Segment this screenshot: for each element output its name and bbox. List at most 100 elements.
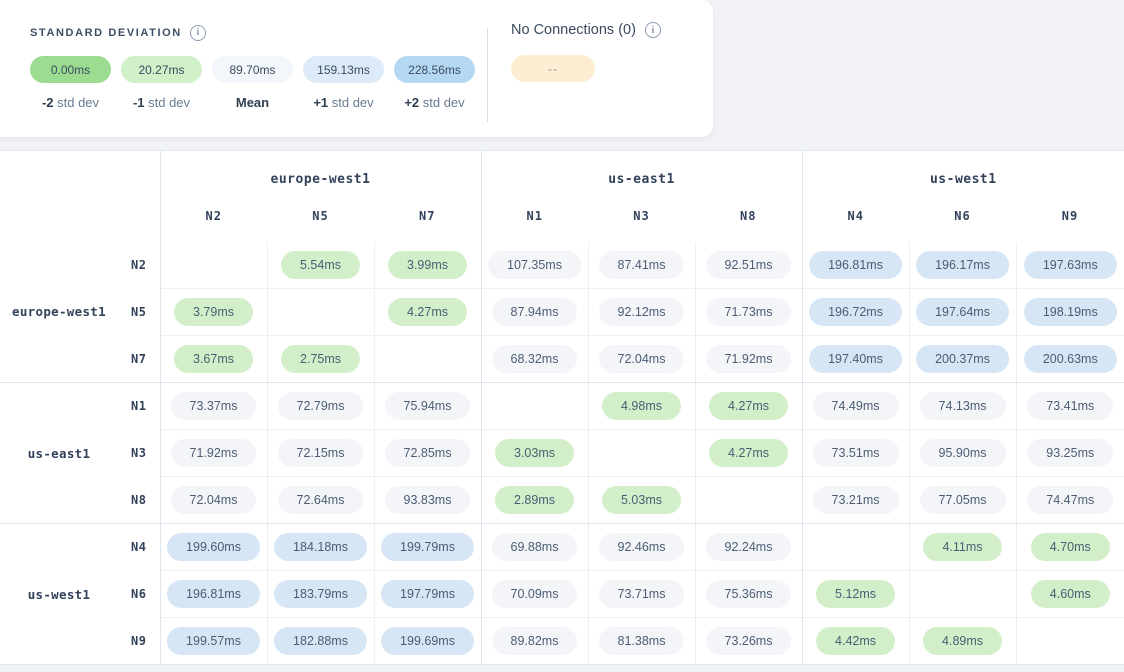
latency-value-pill[interactable]: 72.85ms <box>385 439 471 467</box>
latency-value-pill[interactable]: 2.89ms <box>495 486 574 514</box>
latency-value-pill[interactable]: 197.40ms <box>809 345 902 373</box>
latency-value-pill[interactable]: 92.46ms <box>599 533 685 561</box>
latency-value-pill[interactable]: 5.12ms <box>816 580 895 608</box>
matrix-cell: 2.89ms <box>481 477 588 524</box>
latency-value-pill[interactable]: 73.37ms <box>171 392 257 420</box>
matrix-cell: 197.63ms <box>1016 242 1124 289</box>
matrix-cell: 3.99ms <box>374 242 481 289</box>
column-node-header: N6 <box>909 209 1016 242</box>
latency-value-pill[interactable]: 199.79ms <box>381 533 474 561</box>
matrix-cell: 196.17ms <box>909 242 1016 289</box>
latency-value-pill[interactable]: 2.75ms <box>281 345 360 373</box>
latency-value-pill[interactable]: 73.26ms <box>706 627 792 655</box>
matrix-cell: 92.51ms <box>695 242 802 289</box>
info-icon[interactable] <box>645 22 661 38</box>
matrix-cell: 81.38ms <box>588 618 695 665</box>
latency-value-pill[interactable]: 4.60ms <box>1031 580 1110 608</box>
latency-value-pill[interactable]: 196.81ms <box>167 580 260 608</box>
latency-value-pill[interactable]: 93.25ms <box>1027 439 1113 467</box>
matrix-cell: 77.05ms <box>909 477 1016 524</box>
latency-value-pill[interactable]: 73.51ms <box>813 439 899 467</box>
latency-value-pill[interactable]: 3.67ms <box>174 345 253 373</box>
latency-value-pill[interactable]: 93.83ms <box>385 486 471 514</box>
latency-value-pill[interactable]: 73.21ms <box>813 486 899 514</box>
legend-stop-label: +2 std dev <box>404 95 464 110</box>
latency-value-pill[interactable]: 5.03ms <box>602 486 681 514</box>
latency-value-pill[interactable]: 196.81ms <box>809 251 902 279</box>
latency-value-pill[interactable]: 3.03ms <box>495 439 574 467</box>
latency-value-pill[interactable]: 74.49ms <box>813 392 899 420</box>
latency-value-pill[interactable]: 200.37ms <box>916 345 1009 373</box>
matrix-cell: 4.70ms <box>1016 524 1124 571</box>
latency-value-pill[interactable]: 71.92ms <box>706 345 792 373</box>
latency-value-pill[interactable]: 70.09ms <box>492 580 578 608</box>
latency-value-pill[interactable]: 4.27ms <box>709 439 788 467</box>
no-connections-pill: -- <box>511 55 595 82</box>
matrix-cell: 200.63ms <box>1016 336 1124 383</box>
latency-value-pill[interactable]: 92.24ms <box>706 533 792 561</box>
latency-value-pill[interactable]: 72.04ms <box>171 486 257 514</box>
latency-value-pill[interactable]: 92.51ms <box>706 251 792 279</box>
latency-value-pill[interactable]: 71.92ms <box>171 439 257 467</box>
latency-value-pill[interactable]: 107.35ms <box>488 251 581 279</box>
matrix-cell: 183.79ms <box>267 571 374 618</box>
latency-value-pill[interactable]: 197.79ms <box>381 580 474 608</box>
row-node-label: N7 <box>118 336 160 383</box>
latency-value-pill[interactable]: 92.12ms <box>599 298 685 326</box>
latency-value-pill[interactable]: 4.27ms <box>709 392 788 420</box>
latency-value-pill[interactable]: 199.57ms <box>167 627 260 655</box>
latency-value-pill[interactable]: 87.94ms <box>492 298 578 326</box>
latency-value-pill[interactable]: 3.99ms <box>388 251 467 279</box>
matrix-cell: 4.98ms <box>588 383 695 430</box>
latency-value-pill[interactable]: 196.72ms <box>809 298 902 326</box>
latency-value-pill[interactable]: 68.32ms <box>492 345 578 373</box>
latency-value-pill[interactable]: 77.05ms <box>920 486 1006 514</box>
legend-stop: 0.00ms-2 std dev <box>30 56 111 110</box>
latency-value-pill[interactable]: 74.13ms <box>920 392 1006 420</box>
latency-value-pill[interactable]: 198.19ms <box>1024 298 1117 326</box>
matrix-cell: 92.24ms <box>695 524 802 571</box>
info-icon[interactable] <box>190 25 206 41</box>
matrix-cell: 71.92ms <box>160 430 267 477</box>
latency-value-pill[interactable]: 89.82ms <box>492 627 578 655</box>
latency-value-pill[interactable]: 73.41ms <box>1027 392 1113 420</box>
matrix-cell: 197.64ms <box>909 289 1016 336</box>
latency-value-pill[interactable]: 4.70ms <box>1031 533 1110 561</box>
latency-value-pill[interactable]: 183.79ms <box>274 580 367 608</box>
latency-value-pill[interactable]: 95.90ms <box>920 439 1006 467</box>
latency-value-pill[interactable]: 73.71ms <box>599 580 685 608</box>
latency-value-pill[interactable]: 4.42ms <box>816 627 895 655</box>
latency-value-pill[interactable]: 71.73ms <box>706 298 792 326</box>
latency-value-pill[interactable]: 4.89ms <box>923 627 1002 655</box>
legend-stop-label: +1 std dev <box>313 95 373 110</box>
latency-value-pill[interactable]: 197.63ms <box>1024 251 1117 279</box>
latency-value-pill[interactable]: 196.17ms <box>916 251 1009 279</box>
latency-value-pill[interactable]: 199.60ms <box>167 533 260 561</box>
latency-value-pill[interactable]: 72.15ms <box>278 439 364 467</box>
matrix-cell <box>802 524 909 571</box>
latency-value-pill[interactable]: 197.64ms <box>916 298 1009 326</box>
latency-value-pill[interactable]: 75.94ms <box>385 392 471 420</box>
legend-card: STANDARD DEVIATION 0.00ms-2 std dev20.27… <box>0 0 713 137</box>
latency-value-pill[interactable]: 72.79ms <box>278 392 364 420</box>
latency-value-pill[interactable]: 4.11ms <box>923 533 1001 561</box>
latency-value-pill[interactable]: 74.47ms <box>1027 486 1113 514</box>
latency-value-pill[interactable]: 199.69ms <box>381 627 474 655</box>
latency-value-pill[interactable]: 72.64ms <box>278 486 364 514</box>
column-node-header: N1 <box>481 209 588 242</box>
latency-value-pill[interactable]: 4.27ms <box>388 298 467 326</box>
latency-value-pill[interactable]: 72.04ms <box>599 345 685 373</box>
latency-value-pill[interactable]: 81.38ms <box>599 627 685 655</box>
latency-value-pill[interactable]: 87.41ms <box>599 251 685 279</box>
latency-value-pill[interactable]: 4.98ms <box>602 392 681 420</box>
latency-value-pill[interactable]: 75.36ms <box>706 580 792 608</box>
latency-value-pill[interactable]: 184.18ms <box>274 533 367 561</box>
latency-value-pill[interactable]: 5.54ms <box>281 251 360 279</box>
latency-value-pill[interactable]: 3.79ms <box>174 298 253 326</box>
latency-value-pill[interactable]: 200.63ms <box>1024 345 1117 373</box>
row-region-label: us-east1 <box>0 383 118 524</box>
legend-stop-label: Mean <box>236 95 269 110</box>
matrix-cell: 199.57ms <box>160 618 267 665</box>
latency-value-pill[interactable]: 69.88ms <box>492 533 578 561</box>
latency-value-pill[interactable]: 182.88ms <box>274 627 367 655</box>
